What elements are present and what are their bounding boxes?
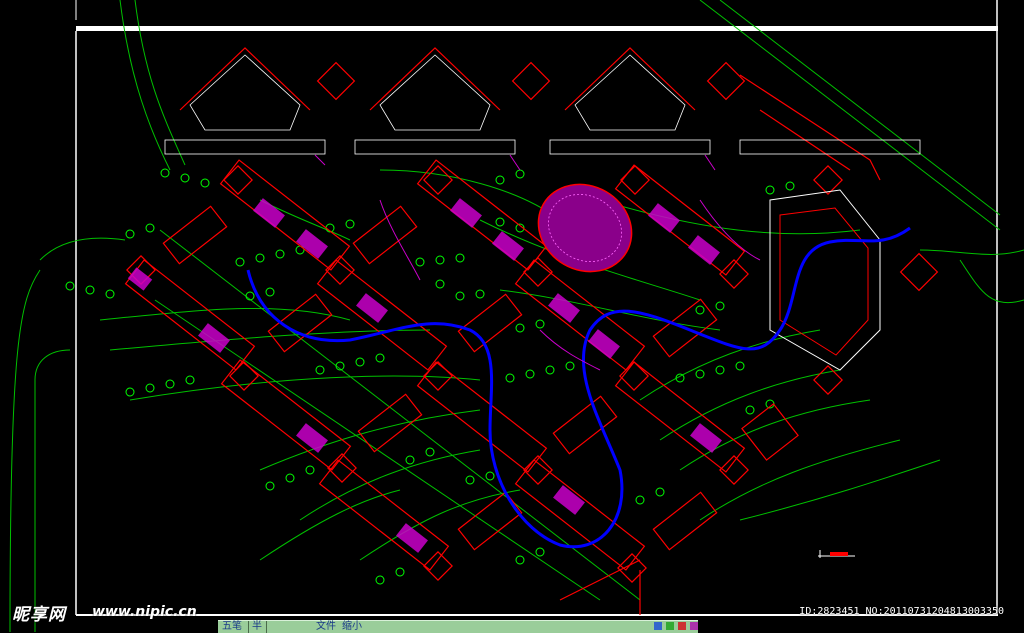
status-bar: 五笔 半 文件 缩小 [218, 620, 698, 633]
main-hall-building [769, 189, 881, 371]
tray-icon-1[interactable] [654, 622, 662, 630]
top-building-row [164, 54, 921, 155]
status-separator [248, 621, 249, 633]
tray-icon-3[interactable] [678, 622, 686, 630]
status-icons [650, 620, 710, 632]
road-network [9, 0, 1024, 632]
scale-legend [818, 550, 855, 558]
watermark-logo: 昵享网 [12, 605, 66, 625]
status-half-width[interactable]: 半 [252, 621, 262, 633]
tray-icon-4[interactable] [690, 622, 698, 630]
drawing-frame [75, 0, 998, 616]
status-separator [266, 621, 267, 633]
status-file[interactable]: 文件 [316, 621, 336, 633]
cad-drawing-canvas[interactable] [0, 0, 1024, 632]
watermark-id: ID:2823451 NO:20110731204813003350 [799, 606, 1004, 617]
status-zoom-out[interactable]: 缩小 [342, 621, 362, 633]
pavilion-squares [126, 61, 939, 583]
tray-icon-2[interactable] [666, 622, 674, 630]
central-oval-plaza [537, 183, 633, 273]
site-boundary [179, 47, 881, 615]
watermark-url: www.nipic.cn [92, 604, 197, 620]
status-input-method[interactable]: 五笔 [222, 621, 242, 633]
